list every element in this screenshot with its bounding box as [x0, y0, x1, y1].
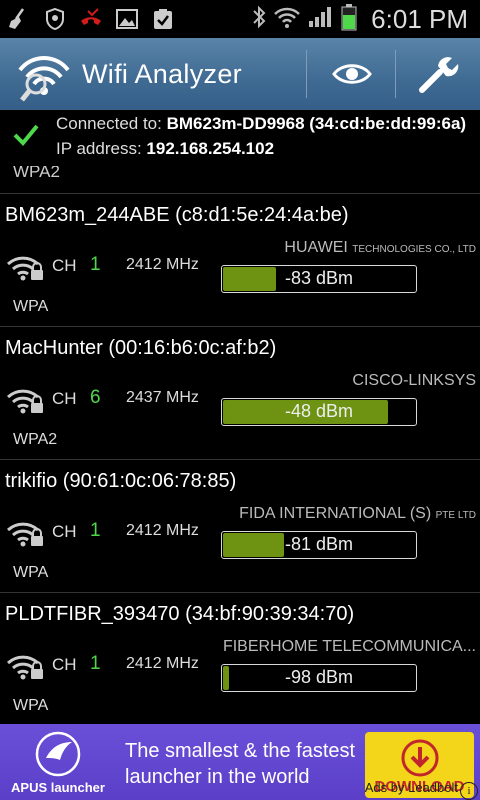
wrench-icon[interactable]: [408, 44, 468, 104]
frequency: 2412 MHz: [126, 655, 199, 672]
access-point-row[interactable]: MacHunter (00:16:b6:0c:af:b2) CH 6 2437 …: [0, 327, 480, 459]
access-point-row[interactable]: PLDTFIBR_393470 (34:bf:90:39:34:70) CH 1…: [0, 593, 480, 724]
action-bar-divider: [306, 50, 307, 98]
ad-subline: launcher in the world: [125, 766, 310, 788]
wifi-icon: [273, 5, 301, 33]
signal-strength: -48 dBm: [284, 401, 354, 421]
signal-strength: -83 dBm: [284, 268, 354, 288]
channel-number: 1: [90, 653, 101, 674]
channel-label: CH: [52, 256, 77, 275]
vendor: FIDA INTERNATIONAL (S) PTE LTD: [239, 505, 476, 522]
action-bar-divider: [395, 50, 396, 98]
wifi-locked-icon: [6, 385, 46, 419]
ap-title: PLDTFIBR_393470 (34:bf:90:39:34:70): [5, 603, 355, 625]
channel-number: 1: [90, 254, 101, 275]
signal-strength: -81 dBm: [284, 534, 354, 554]
wifi-analyzer-app-icon[interactable]: [14, 44, 74, 104]
status-bar: 6:01 PM: [0, 0, 480, 38]
app-title: Wifi Analyzer: [82, 58, 242, 89]
ad-banner[interactable]: APUS launcher The smallest & the fastest…: [0, 724, 480, 800]
ad-info-icon[interactable]: i: [460, 782, 478, 800]
missed-call-icon: [78, 7, 104, 31]
connected-label: Connected to:: [56, 114, 162, 133]
access-point-list[interactable]: WPA2 BM623m_244ABE (c8:d1:5e:24:4a:be) C…: [0, 166, 480, 724]
download-icon: [401, 739, 439, 777]
ad-credit: Ads by Leadbolt: [364, 780, 458, 795]
vendor: HUAWEI TECHNOLOGIES CO., LTD: [284, 239, 476, 256]
channel-number: 6: [90, 387, 101, 408]
security: WPA: [13, 298, 49, 315]
security: WPA2: [13, 431, 58, 448]
frequency: 2437 MHz: [126, 389, 199, 406]
battery-icon: [341, 3, 357, 35]
vendor: FIBERHOME TELECOMMUNICA...: [222, 638, 476, 655]
ip-address-line: IP address: 192.168.254.102: [56, 139, 274, 159]
ap-title: MacHunter (00:16:b6:0c:af:b2): [5, 337, 277, 359]
connected-network: BM623m-DD9968 (34:cd:be:dd:99:6a): [166, 114, 467, 133]
clipboard-check-icon: [150, 7, 176, 31]
security: WPA: [13, 697, 49, 714]
shield-icon: [42, 7, 68, 31]
wifi-locked-icon: [6, 252, 46, 286]
signal-bar: -98 dBm: [221, 664, 417, 692]
broom-icon: [6, 7, 32, 31]
frequency: 2412 MHz: [126, 256, 199, 273]
signal-strength: -98 dBm: [284, 667, 354, 687]
signal-icon: [307, 5, 335, 33]
connection-info: Connected to: BM623m-DD9968 (34:cd:be:dd…: [0, 110, 480, 166]
image-icon: [114, 7, 140, 31]
ip-label: IP address:: [56, 139, 142, 158]
partial-security-label: WPA2: [13, 166, 60, 181]
channel-label: CH: [52, 522, 77, 541]
security: WPA: [13, 564, 49, 581]
signal-bar: -81 dBm: [221, 531, 417, 559]
signal-bar: -48 dBm: [221, 398, 417, 426]
ap-title: BM623m_244ABE (c8:d1:5e:24:4a:be): [5, 204, 349, 226]
check-icon: [12, 122, 40, 152]
connected-to-line: Connected to: BM623m-DD9968 (34:cd:be:dd…: [56, 114, 466, 134]
channel-label: CH: [52, 655, 77, 674]
vendor: CISCO-LINKSYS: [352, 372, 476, 389]
action-bar: Wifi Analyzer: [0, 38, 480, 112]
signal-bar: -83 dBm: [221, 265, 417, 293]
clock: 6:01 PM: [371, 3, 468, 34]
channel-number: 1: [90, 520, 101, 541]
channel-label: CH: [52, 389, 77, 408]
apus-logo[interactable]: APUS launcher: [8, 728, 108, 798]
ip-value: 192.168.254.102: [146, 139, 275, 158]
ad-headline: The smallest & the fastest: [125, 740, 356, 762]
wifi-locked-icon: [6, 518, 46, 552]
access-point-row[interactable]: trikifio (90:61:0c:06:78:85) CH 1 2412 M…: [0, 460, 480, 592]
wifi-locked-icon: [6, 651, 46, 685]
eye-icon[interactable]: [322, 44, 382, 104]
bluetooth-icon: [251, 4, 267, 34]
frequency: 2412 MHz: [126, 522, 199, 539]
access-point-row[interactable]: BM623m_244ABE (c8:d1:5e:24:4a:be) CH 1 2…: [0, 194, 480, 326]
ad-brand: APUS launcher: [11, 780, 105, 795]
ap-title: trikifio (90:61:0c:06:78:85): [5, 470, 237, 492]
